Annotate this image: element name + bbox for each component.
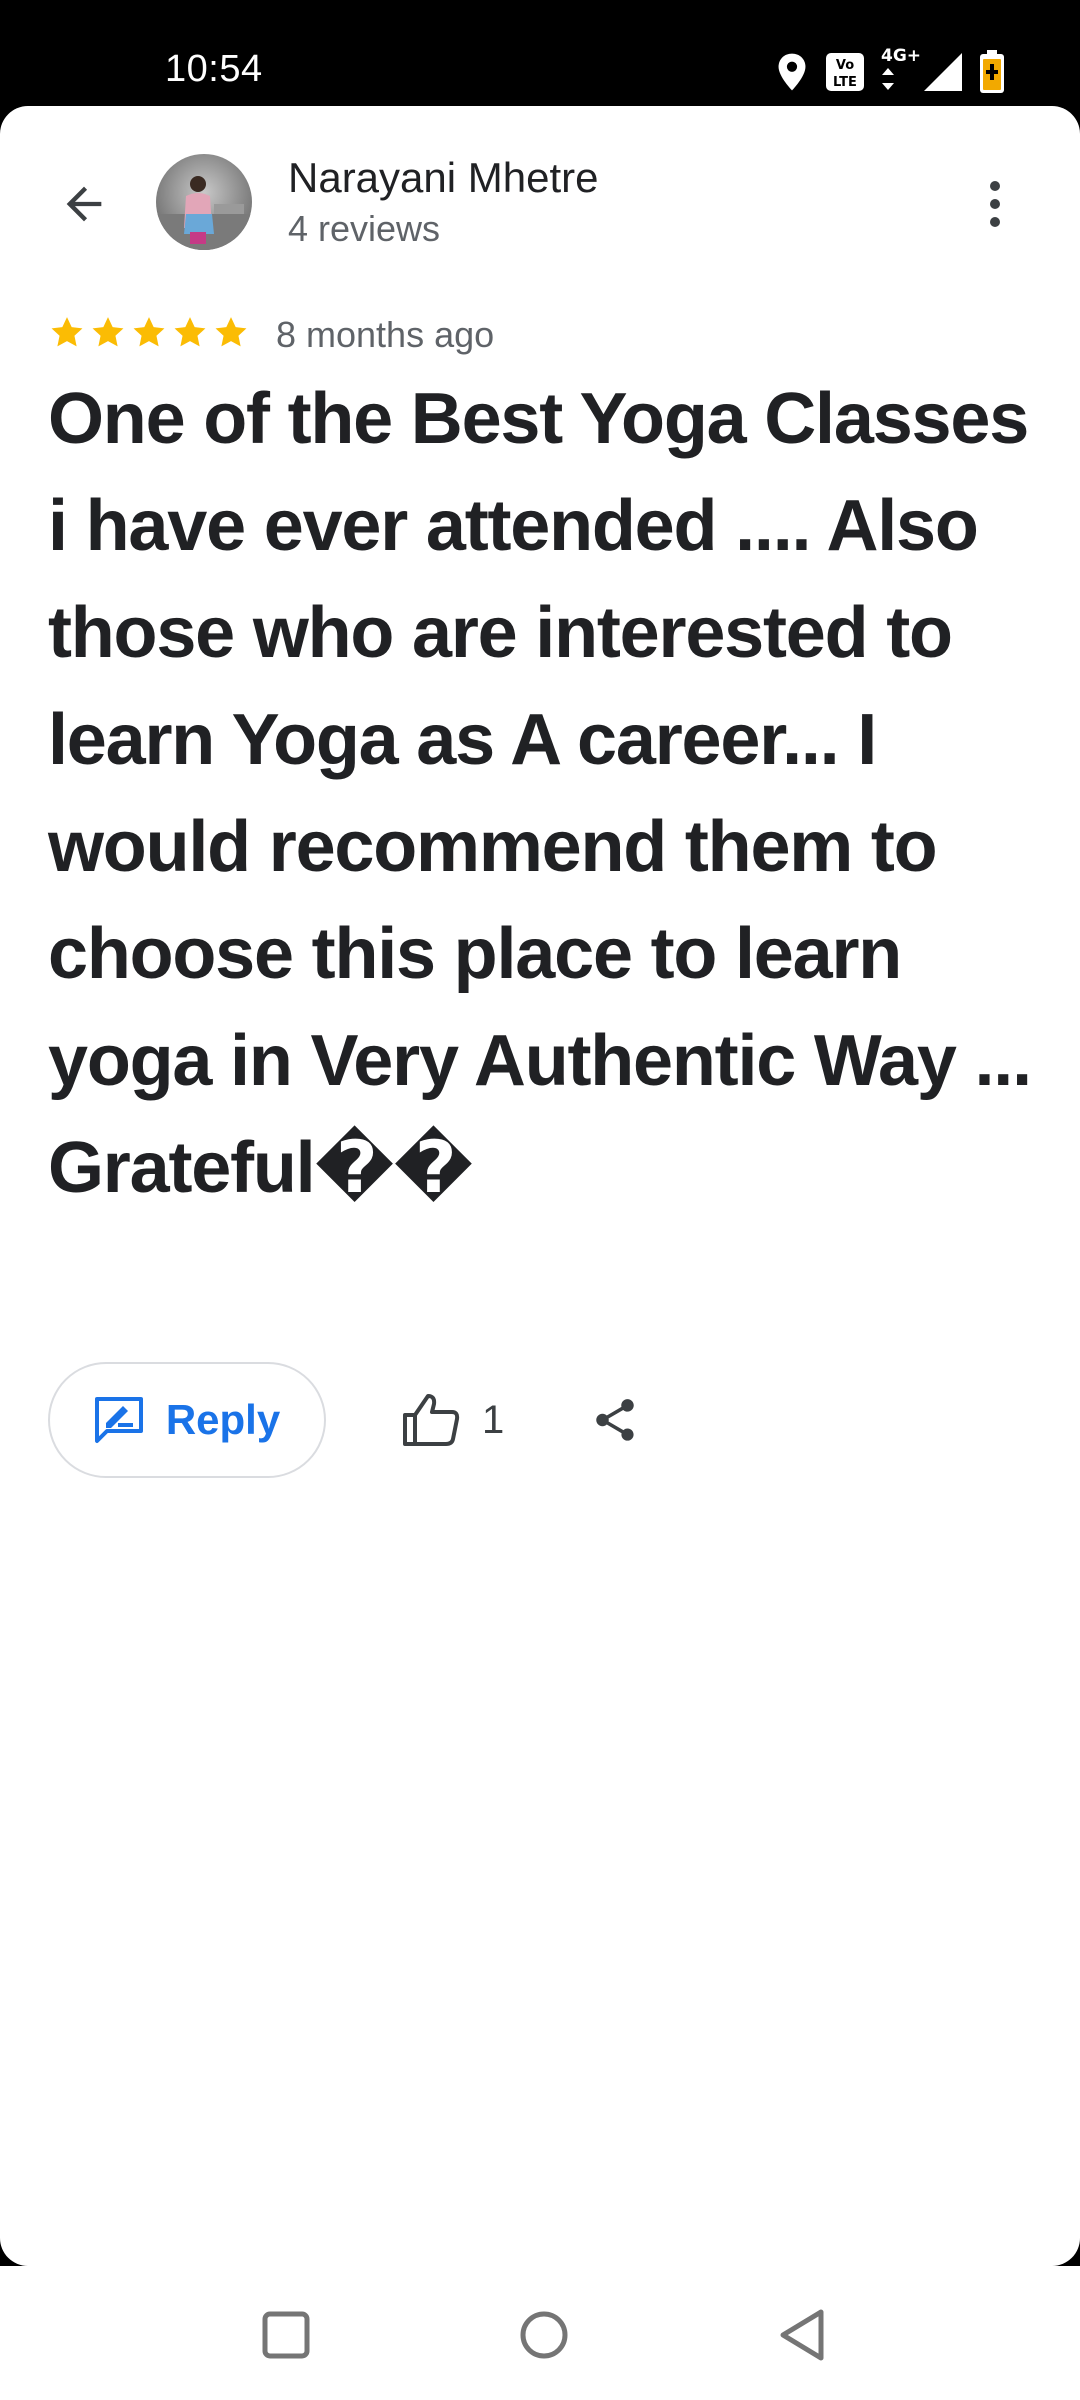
more-options-button[interactable] (960, 166, 1030, 242)
back-button[interactable] (46, 166, 122, 242)
star-icon (174, 317, 206, 347)
reviewer-avatar[interactable] (156, 154, 252, 250)
reply-edit-icon (94, 1397, 143, 1443)
review-text: One of the Best Yoga Classes i have ever… (48, 379, 1050, 1208)
network-4g-icon: 4G+ (881, 46, 921, 94)
status-bar: 10:54 Vo LTE 4G+ (0, 0, 1080, 108)
status-icons: Vo LTE 4G+ (775, 46, 1005, 96)
arrow-back-icon (66, 186, 102, 222)
volte-icon: Vo LTE (826, 53, 864, 91)
home-button[interactable] (504, 2300, 584, 2370)
star-icon (92, 317, 124, 347)
reply-label: Reply (165, 1396, 281, 1443)
signal-icon (924, 53, 962, 91)
reply-button[interactable]: Reply (48, 1362, 326, 1478)
star-icon (215, 317, 247, 347)
reviewer-name[interactable]: Narayani Mhetre (288, 154, 598, 202)
recents-button[interactable] (246, 2300, 326, 2370)
battery-icon (980, 50, 1004, 93)
rating-stars (48, 314, 250, 352)
back-nav-button[interactable] (762, 2300, 842, 2370)
share-icon (596, 1399, 634, 1441)
review-count: 4 reviews (288, 208, 441, 249)
more-vert-icon (990, 181, 1000, 227)
status-time: 10:54 (165, 48, 263, 90)
recents-icon (262, 2311, 310, 2359)
like-count: 1 (482, 1397, 505, 1442)
network-label: 4G+ (881, 46, 922, 66)
location-icon (778, 53, 806, 91)
share-button[interactable] (585, 1380, 645, 1460)
like-button[interactable]: 1 (402, 1380, 504, 1460)
thumb-up-icon (403, 1394, 460, 1446)
star-icon (51, 317, 83, 347)
review-time: 8 months ago (276, 314, 495, 355)
star-icon (133, 317, 165, 347)
back-icon (780, 2309, 824, 2361)
home-icon (520, 2311, 568, 2359)
svg-text:LTE: LTE (833, 75, 857, 90)
svg-text:Vo: Vo (836, 58, 854, 73)
